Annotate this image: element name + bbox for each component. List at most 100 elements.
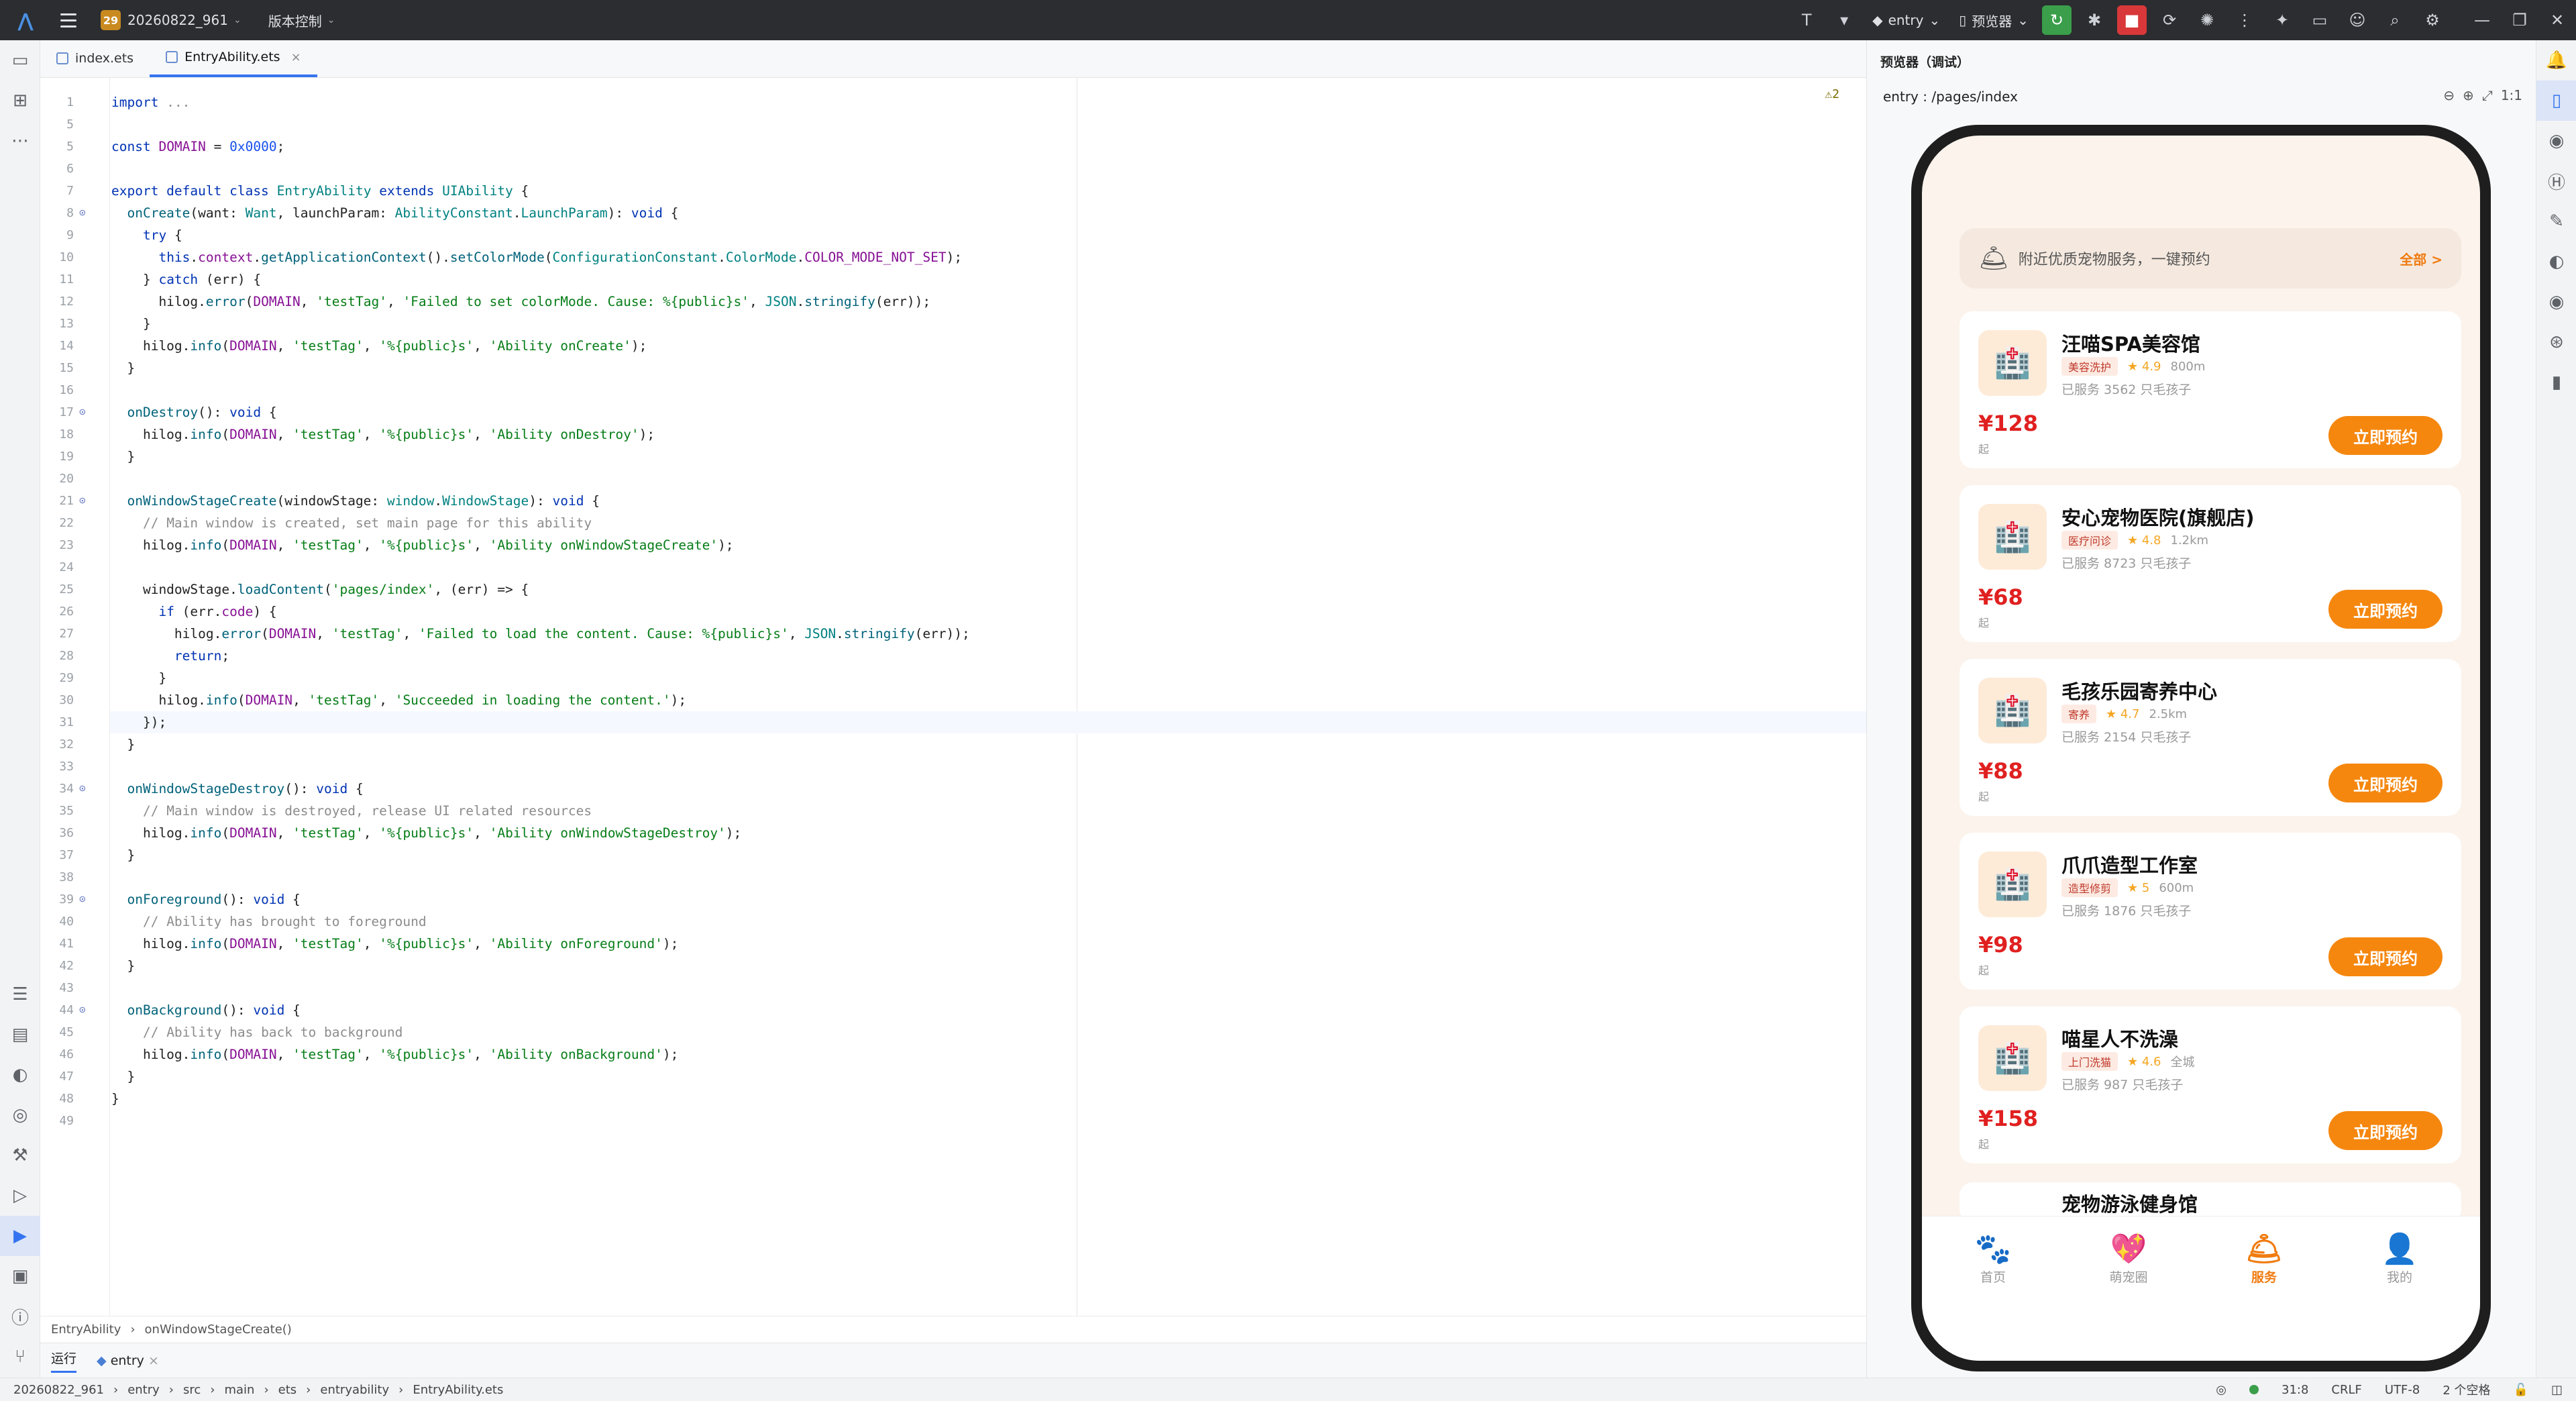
code-line[interactable]: }); (111, 711, 166, 733)
device-select[interactable]: ▯ 预览器 ⌄ (1959, 11, 2029, 30)
code-line[interactable]: } (111, 667, 166, 689)
run-tab[interactable]: 运行 (51, 1349, 77, 1373)
more-tools-icon[interactable]: ⋯ (0, 121, 40, 161)
tab-entryability-ets[interactable]: EntryAbility.ets × (150, 40, 317, 77)
book-now-button[interactable]: 立即预约 (2328, 764, 2443, 802)
structure-icon[interactable]: ⊞ (0, 81, 40, 121)
bug-icon[interactable]: ✺ (2192, 5, 2222, 35)
log-icon[interactable]: ▤ (0, 1015, 40, 1055)
filter-icon[interactable]: ▾ (1829, 5, 1859, 35)
one-to-one-icon[interactable]: 1:1 (2501, 87, 2522, 103)
build-tool-icon[interactable]: ⚒ (0, 1135, 40, 1176)
code-line[interactable]: } (111, 1088, 119, 1110)
code-line[interactable]: hilog.info(DOMAIN, 'testTag', '%{public}… (111, 423, 655, 446)
code-line[interactable]: onForeground(): void { (111, 888, 300, 911)
code-line[interactable]: onWindowStageDestroy(): void { (111, 778, 363, 800)
search-icon[interactable]: ⌕ (2380, 5, 2410, 35)
eye-icon[interactable]: ◉ (2536, 282, 2576, 322)
code-line[interactable]: export default class EntryAbility extend… (111, 180, 529, 202)
code-line[interactable]: windowStage.loadContent('pages/index', (… (111, 578, 529, 601)
status-crumb[interactable]: EntryAbility.ets (413, 1383, 503, 1397)
service-card[interactable]: 🏥 毛孩乐园寄养中心 寄养 ★ 4.7 2.5km 已服务 2154 只毛孩子 ¥88 起 立即… (1960, 659, 2461, 816)
git-icon[interactable]: ⑂ (0, 1337, 40, 1377)
code-line[interactable]: onDestroy(): void { (111, 401, 276, 423)
breadcrumb-method[interactable]: onWindowStageCreate() (145, 1322, 292, 1337)
code-line[interactable]: import ... (111, 91, 190, 113)
code-line[interactable]: } (111, 844, 135, 866)
service-card[interactable]: 🏥 爪爪造型工作室 造型修剪 ★ 5 600m 已服务 1876 只毛孩子 ¥98 起 立即预约 (1960, 833, 2461, 990)
service-banner[interactable]: 🛎 附近优质宠物服务，一键预约 全部 > (1960, 228, 2461, 289)
code-line[interactable]: } (111, 1066, 135, 1088)
code-line[interactable]: hilog.error(DOMAIN, 'testTag', 'Failed t… (111, 291, 930, 313)
settings-icon[interactable]: ⚙ (2418, 5, 2447, 35)
service-card[interactable]: 🏥 喵星人不洗澡 上门洗猫 ★ 4.6 全城 已服务 987 只毛孩子 ¥158 起 立即预约 (1960, 1006, 2461, 1163)
book-now-button[interactable]: 立即预约 (2328, 590, 2443, 629)
code-line[interactable]: } (111, 357, 135, 379)
vcs-menu[interactable]: 版本控制 (268, 11, 322, 30)
todo-icon[interactable]: ☰ (0, 974, 40, 1015)
debug-icon[interactable]: ✱ (2080, 5, 2109, 35)
status-crumb[interactable]: src (183, 1383, 201, 1397)
entry-run-tab[interactable]: ◆ entry × (97, 1353, 159, 1368)
problems-icon[interactable]: ⓘ (0, 1296, 40, 1337)
code-line[interactable]: } (111, 733, 135, 756)
override-marker-icon[interactable]: ⊙ (79, 205, 94, 220)
fit-icon[interactable]: ⤢ (2482, 87, 2493, 103)
code-line[interactable]: if (err.code) { (111, 601, 276, 623)
status-crumb[interactable]: entry (127, 1383, 160, 1397)
book-now-button[interactable]: 立即预约 (2328, 1111, 2443, 1150)
code-line[interactable]: // Main window is created, set main page… (111, 512, 592, 534)
warning-count[interactable]: ⚠2 (1825, 87, 1839, 101)
run-config-select[interactable]: ◆ entry ⌄ (1872, 12, 1940, 28)
apply-changes-icon[interactable]: ⟳ (2155, 5, 2184, 35)
code-line[interactable]: const DOMAIN = 0x0000; (111, 136, 284, 158)
book-now-button[interactable]: 立即预约 (2328, 937, 2443, 976)
cursor-position[interactable]: 31:8 (2282, 1383, 2308, 1397)
plugin-icon[interactable]: ✦ (2267, 5, 2297, 35)
stop-icon[interactable]: ■ (2117, 5, 2147, 35)
service-card[interactable]: 🏥 汪喵SPA美容馆 美容洗护 ★ 4.9 800m 已服务 3562 只毛孩子 ¥128 起… (1960, 311, 2461, 468)
account-icon[interactable]: ☺ (2343, 5, 2372, 35)
breadcrumb-class[interactable]: EntryAbility (51, 1322, 121, 1337)
bug-report-icon[interactable]: ✎ (2536, 201, 2576, 242)
override-marker-icon[interactable]: ⊙ (79, 781, 94, 796)
lint-icon[interactable]: ◎ (2216, 1383, 2226, 1397)
run-icon[interactable]: ↻ (2042, 5, 2072, 35)
override-marker-icon[interactable]: ⊙ (79, 1002, 94, 1017)
project-selector[interactable]: 20260822_961 (127, 12, 228, 28)
encoding[interactable]: UTF-8 (2385, 1383, 2420, 1397)
code-line[interactable]: hilog.info(DOMAIN, 'testTag', '%{public}… (111, 822, 741, 844)
terminal-icon[interactable]: ▣ (0, 1256, 40, 1296)
tab-pet-circle[interactable]: 💖 萌宠圈 (2088, 1231, 2169, 1286)
code-line[interactable]: return; (111, 645, 229, 667)
code-line[interactable]: hilog.info(DOMAIN, 'testTag', 'Succeeded… (111, 689, 686, 711)
code-line[interactable]: } (111, 313, 151, 335)
line-separator[interactable]: CRLF (2331, 1383, 2361, 1397)
robot-icon[interactable]: ⊛ (2536, 322, 2576, 362)
code-line[interactable]: } (111, 446, 135, 468)
tab-mine[interactable]: 👤 我的 (2359, 1231, 2440, 1286)
inspector-icon[interactable]: ◐ (2536, 242, 2576, 282)
previewer-icon[interactable]: ▯ (2536, 81, 2576, 121)
service-card[interactable]: 🏥 安心宠物医院(旗舰店) 医疗问诊 ★ 4.8 1.2km 已服务 8723 只毛孩子 ¥… (1960, 485, 2461, 642)
run-tool-icon[interactable]: ▷ (0, 1176, 40, 1216)
split-icon[interactable]: ◫ (2551, 1383, 2563, 1397)
code-line[interactable]: hilog.info(DOMAIN, 'testTag', '%{public}… (111, 534, 734, 556)
override-marker-icon[interactable]: ⊙ (79, 892, 94, 906)
profiler-icon[interactable]: ◐ (0, 1055, 40, 1095)
build-icon[interactable]: T (1792, 5, 1821, 35)
app-logo-icon[interactable]: ⋀ (12, 7, 39, 34)
code-line[interactable]: hilog.info(DOMAIN, 'testTag', '%{public}… (111, 933, 678, 955)
code-editor[interactable]: ⚠2 1 import ... 5 5 const DOMAIN = 0x0000; 6 7… (40, 78, 1866, 1316)
minimize-icon[interactable]: — (2467, 5, 2497, 35)
zoom-out-icon[interactable]: ⊖ (2443, 87, 2455, 103)
device-icon[interactable]: ▮ (2536, 362, 2576, 403)
tab-index-ets[interactable]: index.ets (40, 40, 150, 77)
zoom-in-icon[interactable]: ⊕ (2463, 87, 2474, 103)
override-marker-icon[interactable]: ⊙ (79, 405, 94, 419)
folder-icon[interactable]: ▭ (2305, 5, 2334, 35)
main-menu-icon[interactable] (55, 7, 82, 34)
harmony-icon[interactable]: Ⓗ (2536, 161, 2576, 201)
status-crumb[interactable]: ets (278, 1383, 297, 1397)
status-crumb[interactable]: 20260822_961 (13, 1383, 104, 1397)
